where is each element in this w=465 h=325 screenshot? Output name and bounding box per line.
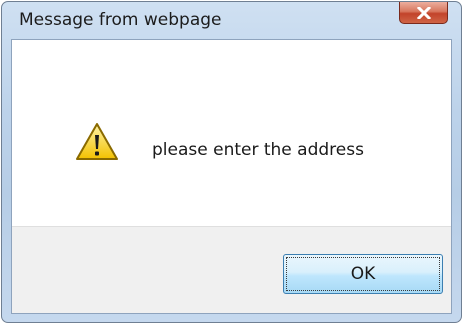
warning-icon: [76, 123, 118, 160]
ok-button-label: OK: [286, 257, 440, 291]
close-icon: [417, 7, 431, 19]
ok-button[interactable]: OK: [283, 254, 443, 294]
message-dialog: Message from webpage please enter the ad…: [1, 1, 462, 323]
message-area: please enter the address: [12, 40, 451, 227]
dialog-title: Message from webpage: [19, 10, 222, 30]
dialog-body: please enter the address OK: [11, 39, 452, 314]
title-bar[interactable]: Message from webpage: [2, 2, 461, 39]
close-button[interactable]: [399, 2, 448, 24]
message-text: please enter the address: [152, 140, 364, 160]
